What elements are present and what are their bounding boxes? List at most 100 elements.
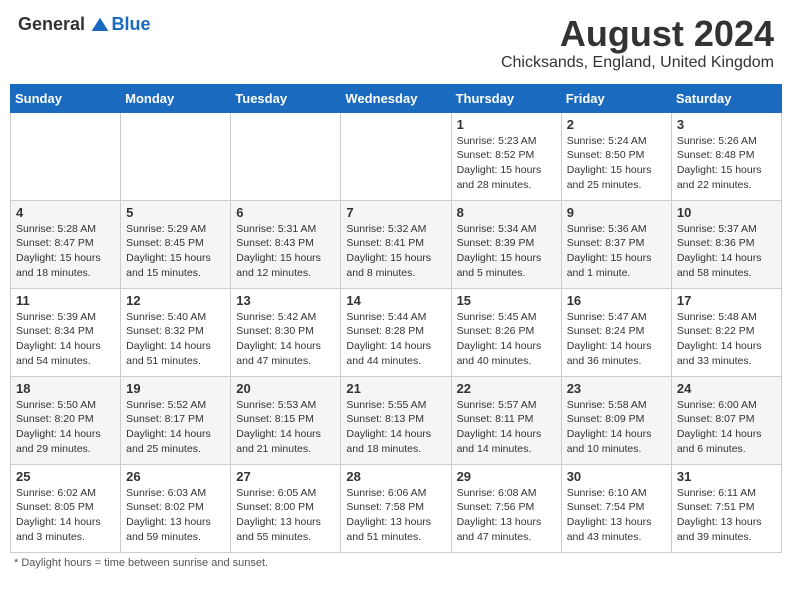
day-number: 2 [567,117,666,132]
day-number: 14 [346,293,445,308]
logo-icon [90,16,110,36]
day-info: Sunrise: 5:44 AMSunset: 8:28 PMDaylight:… [346,311,431,367]
footer-note-text: Daylight hours [21,557,91,569]
logo: General Blue [18,14,151,36]
day-info: Sunrise: 6:10 AMSunset: 7:54 PMDaylight:… [567,487,652,543]
calendar-cell: 1 Sunrise: 5:23 AMSunset: 8:52 PMDayligh… [451,112,561,200]
calendar-cell: 10 Sunrise: 5:37 AMSunset: 8:36 PMDaylig… [671,200,781,288]
calendar-cell: 13 Sunrise: 5:42 AMSunset: 8:30 PMDaylig… [231,288,341,376]
day-info: Sunrise: 5:32 AMSunset: 8:41 PMDaylight:… [346,223,431,279]
calendar-cell: 5 Sunrise: 5:29 AMSunset: 8:45 PMDayligh… [121,200,231,288]
day-info: Sunrise: 5:34 AMSunset: 8:39 PMDaylight:… [457,223,542,279]
day-number: 4 [16,205,115,220]
weekday-header: Thursday [451,84,561,112]
weekday-header: Friday [561,84,671,112]
day-info: Sunrise: 5:23 AMSunset: 8:52 PMDaylight:… [457,135,542,191]
weekday-header: Monday [121,84,231,112]
day-info: Sunrise: 5:29 AMSunset: 8:45 PMDaylight:… [126,223,211,279]
logo-blue: Blue [112,14,151,34]
calendar-cell: 21 Sunrise: 5:55 AMSunset: 8:13 PMDaylig… [341,376,451,464]
day-info: Sunrise: 5:52 AMSunset: 8:17 PMDaylight:… [126,399,211,455]
day-number: 9 [567,205,666,220]
calendar-cell: 8 Sunrise: 5:34 AMSunset: 8:39 PMDayligh… [451,200,561,288]
calendar-cell: 31 Sunrise: 6:11 AMSunset: 7:51 PMDaylig… [671,464,781,552]
day-number: 5 [126,205,225,220]
day-info: Sunrise: 5:47 AMSunset: 8:24 PMDaylight:… [567,311,652,367]
calendar-cell: 7 Sunrise: 5:32 AMSunset: 8:41 PMDayligh… [341,200,451,288]
calendar-cell: 16 Sunrise: 5:47 AMSunset: 8:24 PMDaylig… [561,288,671,376]
day-number: 3 [677,117,776,132]
day-info: Sunrise: 5:28 AMSunset: 8:47 PMDaylight:… [16,223,101,279]
day-number: 8 [457,205,556,220]
day-number: 30 [567,469,666,484]
calendar-cell: 12 Sunrise: 5:40 AMSunset: 8:32 PMDaylig… [121,288,231,376]
day-number: 11 [16,293,115,308]
calendar-cell: 22 Sunrise: 5:57 AMSunset: 8:11 PMDaylig… [451,376,561,464]
day-number: 27 [236,469,335,484]
calendar-cell: 15 Sunrise: 5:45 AMSunset: 8:26 PMDaylig… [451,288,561,376]
logo-general: General [18,14,85,34]
calendar-table: SundayMondayTuesdayWednesdayThursdayFrid… [10,84,782,553]
day-number: 12 [126,293,225,308]
day-number: 13 [236,293,335,308]
day-info: Sunrise: 5:58 AMSunset: 8:09 PMDaylight:… [567,399,652,455]
footer-note: * Daylight hours = time between sunrise … [10,557,782,569]
day-info: Sunrise: 5:45 AMSunset: 8:26 PMDaylight:… [457,311,542,367]
day-info: Sunrise: 6:08 AMSunset: 7:56 PMDaylight:… [457,487,542,543]
day-info: Sunrise: 6:06 AMSunset: 7:58 PMDaylight:… [346,487,431,543]
day-info: Sunrise: 5:37 AMSunset: 8:36 PMDaylight:… [677,223,762,279]
calendar-cell [231,112,341,200]
calendar-cell: 26 Sunrise: 6:03 AMSunset: 8:02 PMDaylig… [121,464,231,552]
weekday-header-row: SundayMondayTuesdayWednesdayThursdayFrid… [11,84,782,112]
day-info: Sunrise: 5:50 AMSunset: 8:20 PMDaylight:… [16,399,101,455]
day-info: Sunrise: 6:03 AMSunset: 8:02 PMDaylight:… [126,487,211,543]
day-number: 16 [567,293,666,308]
day-info: Sunrise: 6:02 AMSunset: 8:05 PMDaylight:… [16,487,101,543]
day-info: Sunrise: 6:05 AMSunset: 8:00 PMDaylight:… [236,487,321,543]
day-number: 1 [457,117,556,132]
day-number: 15 [457,293,556,308]
day-number: 26 [126,469,225,484]
calendar-cell: 25 Sunrise: 6:02 AMSunset: 8:05 PMDaylig… [11,464,121,552]
weekday-header: Wednesday [341,84,451,112]
day-info: Sunrise: 5:48 AMSunset: 8:22 PMDaylight:… [677,311,762,367]
day-number: 20 [236,381,335,396]
calendar-cell [341,112,451,200]
day-number: 23 [567,381,666,396]
day-info: Sunrise: 5:26 AMSunset: 8:48 PMDaylight:… [677,135,762,191]
calendar-cell [11,112,121,200]
calendar-week-row: 25 Sunrise: 6:02 AMSunset: 8:05 PMDaylig… [11,464,782,552]
calendar-cell: 30 Sunrise: 6:10 AMSunset: 7:54 PMDaylig… [561,464,671,552]
calendar-cell [121,112,231,200]
weekday-header: Tuesday [231,84,341,112]
day-info: Sunrise: 5:31 AMSunset: 8:43 PMDaylight:… [236,223,321,279]
day-number: 28 [346,469,445,484]
day-info: Sunrise: 5:55 AMSunset: 8:13 PMDaylight:… [346,399,431,455]
day-info: Sunrise: 5:36 AMSunset: 8:37 PMDaylight:… [567,223,652,279]
location-title: Chicksands, England, United Kingdom [501,54,774,72]
day-number: 10 [677,205,776,220]
calendar-cell: 18 Sunrise: 5:50 AMSunset: 8:20 PMDaylig… [11,376,121,464]
day-number: 31 [677,469,776,484]
day-number: 18 [16,381,115,396]
day-number: 7 [346,205,445,220]
calendar-cell: 3 Sunrise: 5:26 AMSunset: 8:48 PMDayligh… [671,112,781,200]
calendar-cell: 28 Sunrise: 6:06 AMSunset: 7:58 PMDaylig… [341,464,451,552]
day-info: Sunrise: 5:53 AMSunset: 8:15 PMDaylight:… [236,399,321,455]
day-info: Sunrise: 6:11 AMSunset: 7:51 PMDaylight:… [677,487,762,543]
calendar-week-row: 1 Sunrise: 5:23 AMSunset: 8:52 PMDayligh… [11,112,782,200]
day-number: 25 [16,469,115,484]
calendar-week-row: 4 Sunrise: 5:28 AMSunset: 8:47 PMDayligh… [11,200,782,288]
header: General Blue August 2024 Chicksands, Eng… [10,10,782,76]
day-number: 24 [677,381,776,396]
calendar-week-row: 18 Sunrise: 5:50 AMSunset: 8:20 PMDaylig… [11,376,782,464]
calendar-cell: 29 Sunrise: 6:08 AMSunset: 7:56 PMDaylig… [451,464,561,552]
calendar-week-row: 11 Sunrise: 5:39 AMSunset: 8:34 PMDaylig… [11,288,782,376]
month-title: August 2024 [501,14,774,54]
calendar-cell: 6 Sunrise: 5:31 AMSunset: 8:43 PMDayligh… [231,200,341,288]
calendar-cell: 20 Sunrise: 5:53 AMSunset: 8:15 PMDaylig… [231,376,341,464]
day-number: 17 [677,293,776,308]
calendar-cell: 11 Sunrise: 5:39 AMSunset: 8:34 PMDaylig… [11,288,121,376]
day-info: Sunrise: 5:40 AMSunset: 8:32 PMDaylight:… [126,311,211,367]
day-info: Sunrise: 5:39 AMSunset: 8:34 PMDaylight:… [16,311,101,367]
